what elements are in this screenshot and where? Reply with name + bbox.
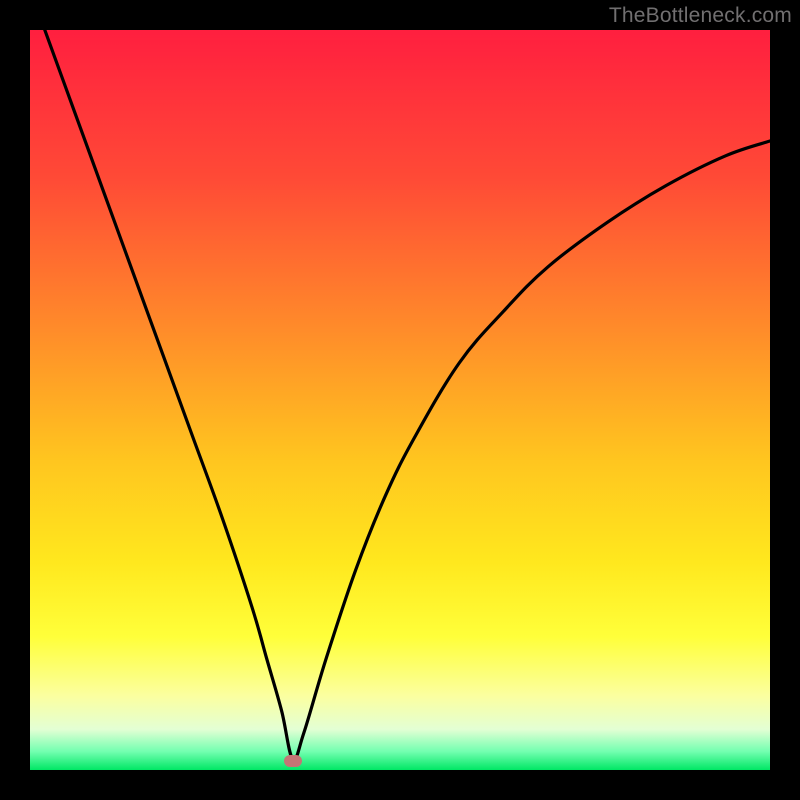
attribution-label: TheBottleneck.com [609,4,792,28]
chart-frame: TheBottleneck.com [0,0,800,800]
bottleneck-curve [30,30,770,770]
plot-area [30,30,770,770]
optimal-point-marker [284,755,302,767]
